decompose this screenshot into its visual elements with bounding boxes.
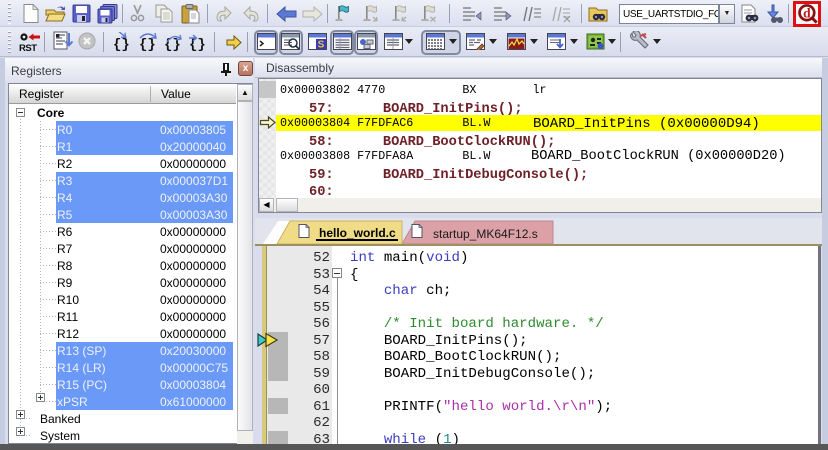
- svg-text:{}: {}: [189, 37, 206, 53]
- svg-text:d: d: [803, 6, 811, 21]
- svg-text:RST: RST: [19, 43, 37, 53]
- svg-text:{}: {}: [139, 37, 156, 53]
- svg-text:S: S: [318, 40, 325, 51]
- svg-text:{}: {}: [113, 37, 130, 53]
